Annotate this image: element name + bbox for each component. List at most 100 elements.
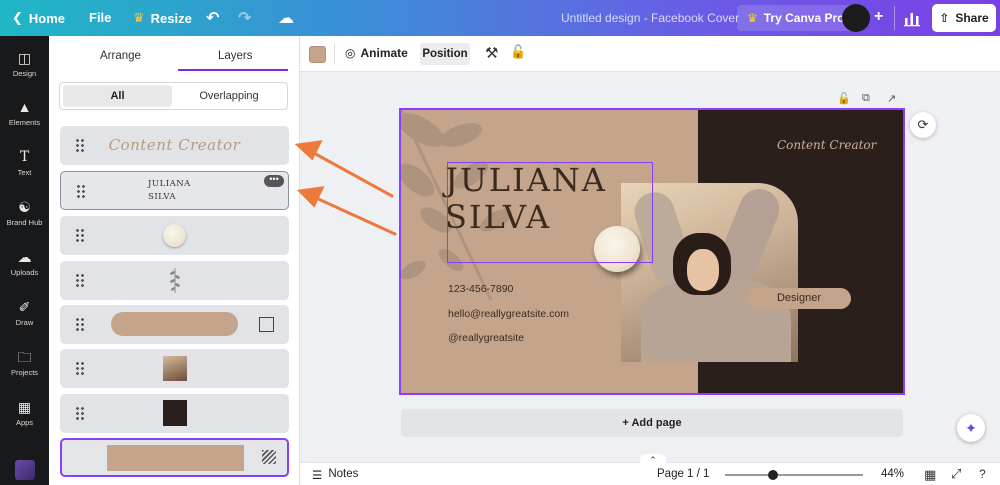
drag-handle-icon[interactable] (75, 406, 84, 421)
rail-item-apps[interactable]: ▦ Apps (0, 399, 49, 427)
position-button[interactable]: Position (420, 43, 470, 65)
insights-icon[interactable] (902, 7, 924, 29)
fullscreen-icon[interactable]: ⤢ (951, 466, 961, 482)
crown-icon: ♛ (747, 11, 758, 25)
rail-label: Design (12, 69, 37, 78)
selected-text-box[interactable] (447, 162, 653, 263)
paint-roller-icon[interactable]: ⚒ (485, 44, 498, 62)
add-page-icon[interactable]: ↗ (887, 92, 896, 105)
leaf-icon (170, 268, 180, 293)
cloud-upload-icon: ☁ (17, 249, 32, 265)
chevron-left-icon: ❮ (12, 10, 23, 25)
home-button[interactable]: ❮ Home (12, 10, 65, 26)
add-page-button[interactable]: + Add page (401, 409, 903, 437)
rail-item-text[interactable]: T Text (0, 149, 49, 177)
rail-item-brand-hub[interactable]: ☯ Brand Hub (0, 199, 49, 227)
rail-label: Elements (8, 118, 41, 127)
frame-icon (259, 317, 274, 332)
more-options-icon[interactable]: ••• (264, 175, 284, 187)
layers-panel: Arrange Layers All Overlapping Content C… (49, 36, 300, 485)
share-button[interactable]: ⇧ Share (932, 4, 996, 32)
drag-handle-icon[interactable] (75, 273, 84, 288)
email-text[interactable]: hello@reallygreatsite.com (448, 308, 569, 320)
drag-handle-icon[interactable] (75, 228, 84, 243)
lock-icon[interactable]: 🔓 (510, 44, 526, 60)
rail-app-thumbnail[interactable] (15, 460, 35, 480)
rail-item-elements[interactable]: ▲ Elements (0, 99, 49, 127)
duplicate-icon[interactable]: ⧉ (862, 92, 870, 105)
layer-preview-pill (111, 312, 238, 336)
zoom-slider-handle[interactable] (768, 470, 779, 480)
crown-icon: ♛ (133, 10, 145, 25)
layer-leaf-shadow[interactable] (60, 261, 289, 300)
layer-preview-dark-rect (163, 400, 187, 426)
layer-name-line: SILVA (148, 192, 177, 202)
tab-layers[interactable]: Layers (218, 50, 253, 62)
share-label: Share (955, 11, 989, 25)
notes-button[interactable]: ☰ Notes (312, 468, 358, 482)
rail-label: Brand Hub (6, 218, 43, 227)
undo-icon[interactable]: ↶ (206, 8, 219, 28)
resize-label: Resize (150, 10, 192, 26)
layer-photo[interactable] (60, 349, 289, 388)
layer-dark-rectangle[interactable] (60, 394, 289, 433)
rail-label: Projects (10, 368, 39, 377)
rail-item-projects[interactable]: 🗀 Projects (0, 349, 49, 377)
help-icon[interactable]: ? (979, 467, 986, 481)
resize-button[interactable]: ♛ Resize (133, 10, 192, 26)
handle-text[interactable]: @reallygreatsite (448, 332, 524, 344)
try-canva-pro-button[interactable]: ♛ Try Canva Pro (737, 5, 855, 31)
filter-all[interactable]: All (63, 85, 172, 107)
top-bar: ❮ Home File ♛ Resize ↶ ↷ ☁ Untitled desi… (0, 0, 1000, 36)
rail-item-design[interactable]: ◫ Design (0, 50, 49, 78)
grid-view-icon[interactable]: ▦ (924, 467, 936, 483)
animate-button[interactable]: ◎ Animate (345, 46, 408, 60)
rail-label: Text (17, 168, 32, 177)
drag-handle-icon[interactable] (75, 317, 84, 332)
avatar[interactable] (842, 4, 870, 32)
redo-icon[interactable]: ↷ (238, 8, 251, 28)
zoom-level[interactable]: 44% (881, 468, 904, 480)
design-title[interactable]: Untitled design - Facebook Cover (561, 11, 739, 25)
layer-preview-background (107, 445, 244, 471)
file-menu-button[interactable]: File (89, 10, 111, 25)
layer-filter: All Overlapping (59, 82, 288, 110)
apps-grid-icon: ▦ (17, 399, 32, 415)
share-upload-icon: ⇧ (939, 11, 950, 25)
layer-pill-frame[interactable] (60, 305, 289, 344)
filter-overlapping[interactable]: Overlapping (174, 85, 284, 107)
zoom-slider[interactable] (725, 474, 863, 476)
layer-background[interactable] (60, 438, 289, 477)
design-canvas[interactable]: JULIANA SILVA Content Creator 123-456-78… (401, 110, 903, 393)
rail-item-uploads[interactable]: ☁ Uploads (0, 249, 49, 277)
layer-content-creator-text[interactable]: Content Creator (60, 126, 289, 165)
page-indicator[interactable]: Page 1 / 1 (657, 468, 709, 480)
animate-label: Animate (360, 46, 408, 60)
role-text[interactable]: Content Creator (777, 138, 876, 152)
magic-sparkle-icon[interactable]: ✦ (957, 414, 985, 442)
designer-tag[interactable]: Designer (747, 288, 851, 309)
rail-item-draw[interactable]: ✐ Draw (0, 299, 49, 327)
rail-label: Uploads (10, 268, 39, 277)
plus-icon[interactable]: + (874, 8, 883, 26)
comment-refresh-icon[interactable]: ⟳ (910, 112, 936, 138)
tab-arrange[interactable]: Arrange (100, 50, 141, 62)
color-swatch[interactable] (309, 46, 326, 63)
left-rail: ◫ Design ▲ Elements T Text ☯ Brand Hub ☁… (0, 36, 49, 485)
divider (894, 6, 895, 30)
text-t-icon: T (19, 149, 30, 165)
rail-label: Draw (15, 318, 34, 327)
notes-icon: ☰ (312, 470, 323, 482)
layer-name-text[interactable]: JULIANA SILVA ••• (60, 171, 289, 210)
bottom-bar: ⌃ ☰ Notes Page 1 / 1 44% ▦ ⤢ ? (300, 454, 1000, 485)
layer-orb-element[interactable] (60, 216, 289, 255)
shapes-icon: ▲ (17, 99, 32, 115)
home-label: Home (28, 10, 66, 26)
lock-icon[interactable]: 🔓 (837, 92, 851, 105)
drag-handle-icon[interactable] (76, 184, 85, 199)
cloud-save-icon[interactable]: ☁ (278, 8, 294, 28)
chevron-up-icon[interactable]: ⌃ (640, 454, 666, 466)
layer-name-line: JULIANA (148, 179, 191, 189)
drag-handle-icon[interactable] (75, 361, 84, 376)
phone-text[interactable]: 123-456-7890 (448, 283, 513, 295)
